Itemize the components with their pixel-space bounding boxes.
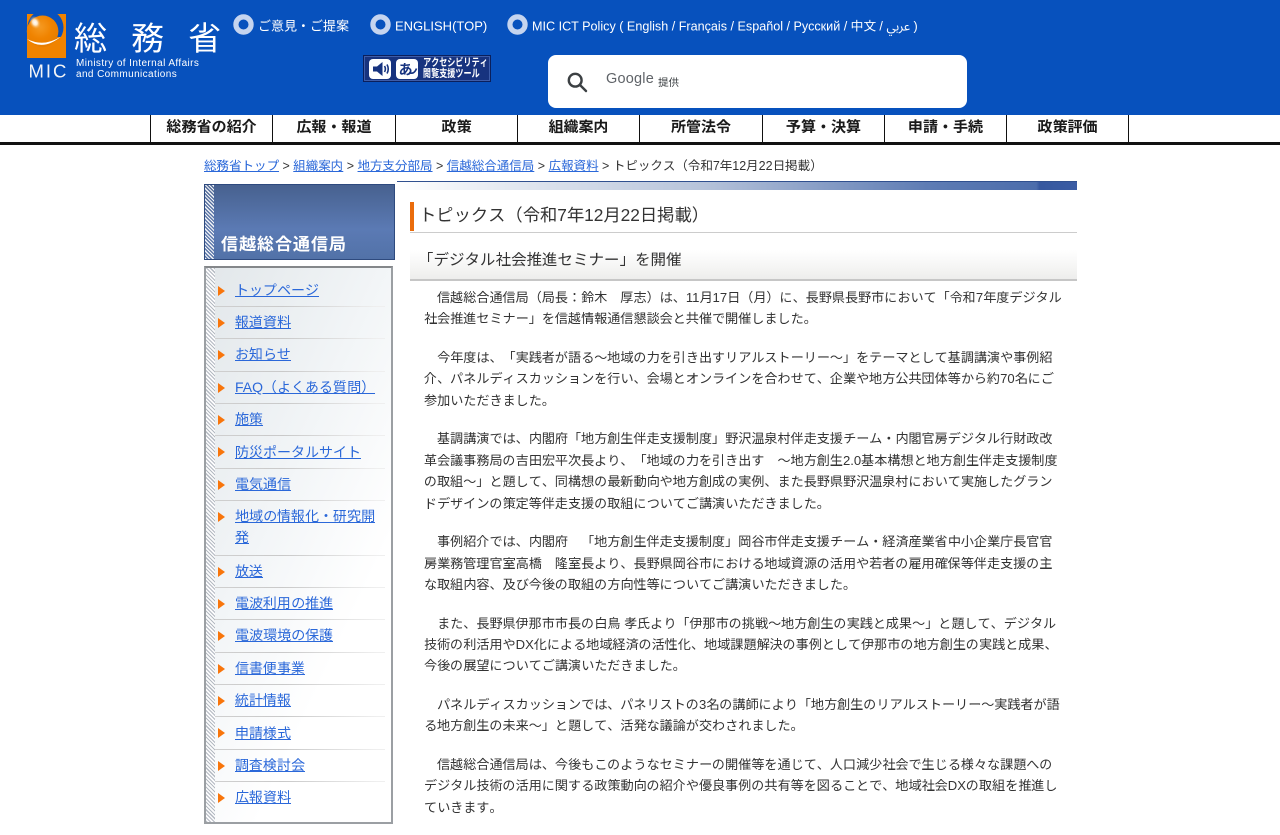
svg-text:MIC: MIC bbox=[29, 61, 69, 82]
svg-text:あ: あ bbox=[399, 59, 413, 79]
